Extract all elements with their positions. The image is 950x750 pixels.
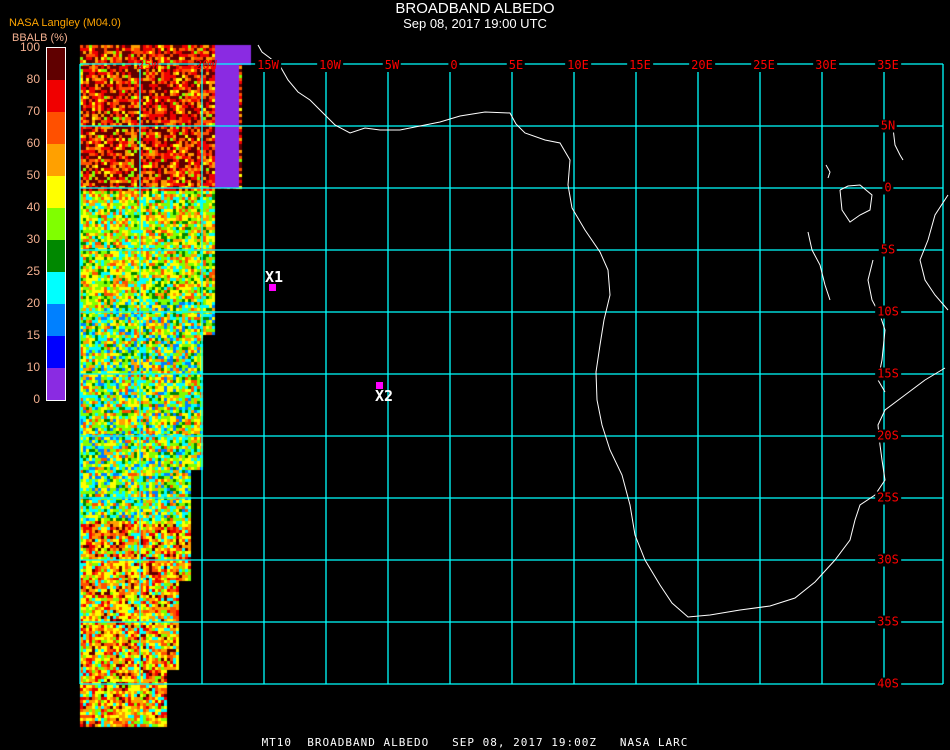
map-timestamp: Sep 08, 2017 19:00 UTC — [403, 16, 547, 31]
colorbar-band — [47, 80, 65, 112]
longitude-label: 5E — [506, 58, 526, 72]
longitude-label: 10E — [565, 58, 591, 72]
colorbar-tick-label: 0 — [33, 392, 40, 406]
colorbar-band — [47, 176, 65, 208]
latitude-label: 5N — [878, 118, 898, 133]
colorbar-tick-label: 60 — [26, 136, 40, 150]
colorbar-band — [47, 368, 65, 400]
colorbar-band — [47, 304, 65, 336]
colorbar-tick-label: 30 — [26, 232, 40, 246]
colorbar-tick-label: 70 — [26, 104, 40, 118]
latitude-label: 5S — [878, 242, 898, 257]
colorbar-band — [47, 144, 65, 176]
latitude-label: 20S — [875, 428, 901, 443]
longitude-label: 20W — [195, 58, 217, 72]
latitude-label: 40S — [875, 676, 901, 691]
colorbar-tick-label: 40 — [26, 200, 40, 214]
longitude-label: 25E — [751, 58, 777, 72]
longitude-label: 15W — [255, 58, 281, 72]
longitude-label: 10W — [317, 58, 343, 72]
colorbar-tick-label: 20 — [26, 296, 40, 310]
latitude-label: 35S — [875, 614, 901, 629]
footer-caption: MT10 BROADBAND ALBEDO SEP 08, 2017 19:00… — [261, 736, 689, 749]
marker-x1-label: X1 — [265, 268, 284, 286]
map-title: BROADBAND ALBEDO — [395, 0, 555, 17]
colorbar-band — [47, 208, 65, 240]
latitude-label: 0 — [882, 180, 894, 195]
colorbar-tick-label: 15 — [26, 328, 40, 342]
longitude-label: 30E — [813, 58, 839, 72]
satellite-albedo-swath — [0, 0, 950, 750]
colorbar-tick-label: 50 — [26, 168, 40, 182]
latitude-label: 15S — [875, 366, 901, 381]
colorbar-band — [47, 112, 65, 144]
longitude-label: 5W — [382, 58, 402, 72]
colorbar-tick-label: 100 — [19, 40, 40, 54]
colorbar-tick-label: 25 — [26, 264, 40, 278]
longitude-label: 0 — [448, 58, 460, 72]
latitude-label: 25S — [875, 490, 901, 505]
latitude-label: 30S — [875, 552, 901, 567]
colorbar-tick-label: 10 — [26, 360, 40, 374]
organization-label: NASA Langley (M04.0) — [9, 17, 121, 29]
marker-x2-label: X2 — [375, 387, 394, 405]
longitude-label: 25W — [137, 58, 159, 72]
colorbar-band — [47, 48, 65, 80]
colorbar-band — [47, 272, 65, 304]
colorbar-band — [47, 240, 65, 272]
longitude-label: 20E — [689, 58, 715, 72]
longitude-label: 35E — [875, 58, 901, 72]
colorbar — [46, 47, 66, 401]
latitude-label: 10S — [875, 304, 901, 319]
colorbar-band — [47, 336, 65, 368]
longitude-label: 15E — [627, 58, 653, 72]
colorbar-tick-label: 80 — [26, 72, 40, 86]
